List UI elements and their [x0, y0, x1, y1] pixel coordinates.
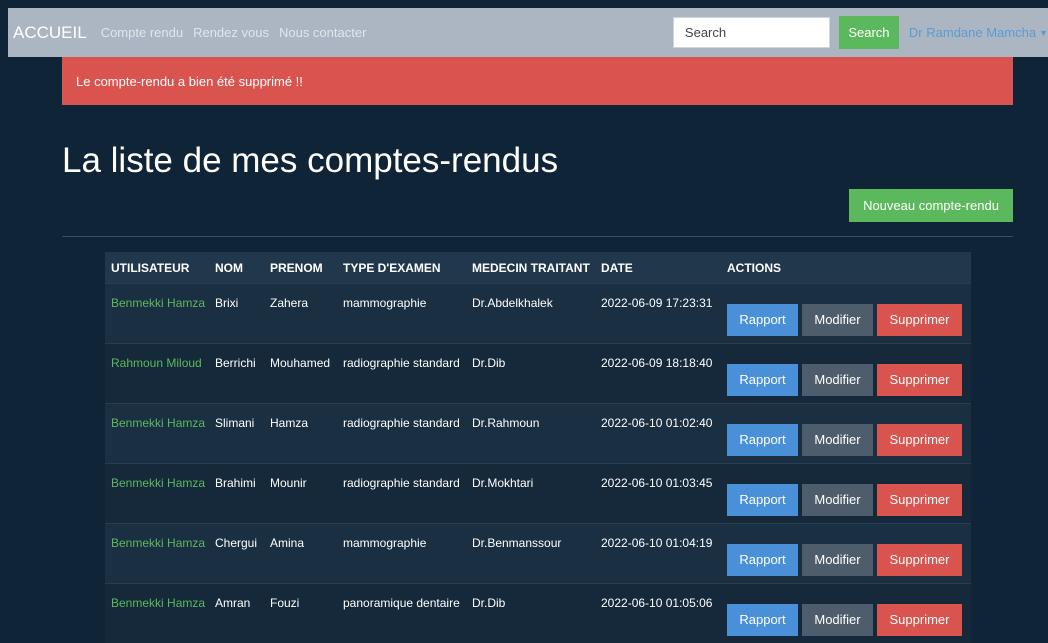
modifier-button[interactable]: Modifier: [802, 544, 873, 576]
nav-link-rendez-vous[interactable]: Rendez vous: [193, 25, 269, 40]
supprimer-button[interactable]: Supprimer: [877, 484, 962, 516]
cell-nom: Slimani: [209, 404, 264, 464]
cell-medecin: Dr.Rahmoun: [466, 404, 595, 464]
nav-link-nous-contacter[interactable]: Nous contacter: [279, 25, 366, 40]
cell-prenom: Amina: [264, 524, 337, 584]
table-header-row: UTILISATEUR NOM PRENOM TYPE D'EXAMEN MED…: [105, 252, 971, 284]
rapport-button[interactable]: Rapport: [727, 364, 798, 396]
table-row: Benmekki Hamza Brahimi Mounir radiograph…: [105, 464, 971, 524]
supprimer-button[interactable]: Supprimer: [877, 304, 962, 336]
cell-utilisateur[interactable]: Rahmoun Miloud: [105, 344, 209, 404]
cell-actions: Rapport Modifier Supprimer: [721, 524, 971, 584]
cell-actions: Rapport Modifier Supprimer: [721, 404, 971, 464]
user-menu[interactable]: Dr Ramdane Mamcha ▼: [909, 25, 1048, 40]
cell-nom: Brixi: [209, 284, 264, 344]
header-date: DATE: [595, 252, 721, 284]
modifier-button[interactable]: Modifier: [802, 604, 873, 636]
table-row: Benmekki Hamza Brixi Zahera mammographie…: [105, 284, 971, 344]
supprimer-button[interactable]: Supprimer: [877, 364, 962, 396]
table-row: Rahmoun Miloud Berrichi Mouhamed radiogr…: [105, 344, 971, 404]
modifier-button[interactable]: Modifier: [802, 424, 873, 456]
supprimer-button[interactable]: Supprimer: [877, 604, 962, 636]
cell-medecin: Dr.Dib: [466, 344, 595, 404]
cell-type-examen: radiographie standard: [337, 464, 466, 524]
cell-type-examen: radiographie standard: [337, 404, 466, 464]
cell-nom: Brahimi: [209, 464, 264, 524]
cell-actions: Rapport Modifier Supprimer: [721, 584, 971, 643]
navbar: ACCUEIL Compte rendu Rendez vous Nous co…: [8, 8, 1048, 57]
cell-type-examen: mammographie: [337, 524, 466, 584]
rapport-button[interactable]: Rapport: [727, 304, 798, 336]
cell-date: 2022-06-10 01:04:19: [595, 524, 721, 584]
header-medecin-traitant: MEDECIN TRAITANT: [466, 252, 595, 284]
cell-actions: Rapport Modifier Supprimer: [721, 284, 971, 344]
cell-date: 2022-06-10 01:02:40: [595, 404, 721, 464]
cell-nom: Berrichi: [209, 344, 264, 404]
nav-link-compte-rendu[interactable]: Compte rendu: [101, 25, 183, 40]
cell-prenom: Zahera: [264, 284, 337, 344]
modifier-button[interactable]: Modifier: [802, 484, 873, 516]
cell-medecin: Dr.Benmanssour: [466, 524, 595, 584]
header-actions: ACTIONS: [721, 252, 971, 284]
table-row: Benmekki Hamza Amran Fouzi panoramique d…: [105, 584, 971, 643]
cell-date: 2022-06-09 18:18:40: [595, 344, 721, 404]
cell-actions: Rapport Modifier Supprimer: [721, 344, 971, 404]
cell-date: 2022-06-10 01:05:06: [595, 584, 721, 643]
cell-utilisateur[interactable]: Benmekki Hamza: [105, 404, 209, 464]
header-utilisateur: UTILISATEUR: [105, 252, 209, 284]
search-button[interactable]: Search: [839, 16, 899, 49]
divider: [62, 236, 1013, 237]
table-row: Benmekki Hamza Chergui Amina mammographi…: [105, 524, 971, 584]
cell-prenom: Hamza: [264, 404, 337, 464]
header-nom: NOM: [209, 252, 264, 284]
alert-text: Le compte-rendu a bien été supprimé !!: [76, 74, 303, 89]
modifier-button[interactable]: Modifier: [802, 304, 873, 336]
cell-type-examen: panoramique dentaire: [337, 584, 466, 643]
cell-prenom: Fouzi: [264, 584, 337, 643]
caret-down-icon: ▼: [1039, 28, 1048, 38]
header-type-examen: TYPE D'EXAMEN: [337, 252, 466, 284]
rapport-button[interactable]: Rapport: [727, 424, 798, 456]
cell-actions: Rapport Modifier Supprimer: [721, 464, 971, 524]
modifier-button[interactable]: Modifier: [802, 364, 873, 396]
cell-nom: Amran: [209, 584, 264, 643]
cell-date: 2022-06-09 17:23:31: [595, 284, 721, 344]
cell-date: 2022-06-10 01:03:45: [595, 464, 721, 524]
new-report-button[interactable]: Nouveau compte-rendu: [849, 189, 1013, 222]
cell-medecin: Dr.Dib: [466, 584, 595, 643]
rapport-button[interactable]: Rapport: [727, 604, 798, 636]
supprimer-button[interactable]: Supprimer: [877, 544, 962, 576]
cell-type-examen: mammographie: [337, 284, 466, 344]
table-row: Benmekki Hamza Slimani Hamza radiographi…: [105, 404, 971, 464]
page-title: La liste de mes comptes-rendus: [62, 141, 558, 181]
cell-utilisateur[interactable]: Benmekki Hamza: [105, 584, 209, 643]
supprimer-button[interactable]: Supprimer: [877, 424, 962, 456]
cell-utilisateur[interactable]: Benmekki Hamza: [105, 464, 209, 524]
header-prenom: PRENOM: [264, 252, 337, 284]
brand-link[interactable]: ACCUEIL: [13, 23, 87, 43]
reports-table: UTILISATEUR NOM PRENOM TYPE D'EXAMEN MED…: [105, 252, 971, 643]
cell-medecin: Dr.Abdelkhalek: [466, 284, 595, 344]
cell-utilisateur[interactable]: Benmekki Hamza: [105, 284, 209, 344]
rapport-button[interactable]: Rapport: [727, 544, 798, 576]
user-menu-label: Dr Ramdane Mamcha: [909, 25, 1036, 40]
cell-utilisateur[interactable]: Benmekki Hamza: [105, 524, 209, 584]
search-input[interactable]: [673, 17, 830, 48]
cell-prenom: Mouhamed: [264, 344, 337, 404]
reports-table-container: UTILISATEUR NOM PRENOM TYPE D'EXAMEN MED…: [105, 252, 971, 643]
cell-prenom: Mounir: [264, 464, 337, 524]
delete-success-alert: Le compte-rendu a bien été supprimé !!: [62, 57, 1013, 105]
cell-medecin: Dr.Mokhtari: [466, 464, 595, 524]
rapport-button[interactable]: Rapport: [727, 484, 798, 516]
cell-type-examen: radiographie standard: [337, 344, 466, 404]
cell-nom: Chergui: [209, 524, 264, 584]
